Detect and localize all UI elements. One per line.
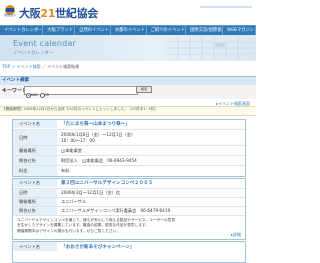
radio-and-label: AND bbox=[30, 92, 38, 97]
search-panel-title: イベント検索 bbox=[2, 78, 29, 83]
result-summary-text: 【開催期間】2006年12月1日から全体 で42件のイベントにヒットしました。（… bbox=[2, 107, 159, 111]
event-contact-label: 問合せ先 bbox=[13, 156, 57, 165]
event-card: イベント名 第２回ユニバーサルデザインコンペ２００５ 日時 2006年3月～12… bbox=[12, 178, 246, 240]
event-fee-value: 有料 bbox=[61, 168, 70, 173]
event-name-label: イベント名 bbox=[13, 242, 57, 251]
logo-text-main: 大阪 bbox=[19, 7, 41, 20]
search-button[interactable]: 検索 bbox=[136, 86, 152, 93]
nav-item-introduction-events[interactable]: ご紹介のイベント bbox=[147, 26, 186, 35]
event-description-line: 開催期間中はデザインの展示も行います。ぜひご覧ください。 bbox=[17, 228, 120, 233]
radio-or-label: OR bbox=[44, 92, 50, 97]
header-deco-line bbox=[200, 6, 252, 8]
event-contact-value: 財団法人 山本能楽会 06-6943-9454 bbox=[61, 157, 137, 163]
event-date-value: 2006年3月～12月1日（金）迄 bbox=[61, 190, 121, 195]
search-panel-header bbox=[0, 76, 256, 85]
nav-item-water-events[interactable]: 水都のイベント bbox=[111, 26, 147, 35]
nav-item-international[interactable]: 国際交流/国際協 bbox=[186, 26, 223, 35]
event-date-row: 日時 2006年1月6日（金）～12月1日（金） 10：00～17：00 bbox=[13, 129, 245, 145]
event-contact-label: 問合せ先 bbox=[13, 207, 57, 215]
event-date-value: 2006年1月6日（金）～12月1日（金） 10：00～17：00 bbox=[61, 130, 135, 145]
event-venue-label: 開催場所 bbox=[13, 198, 57, 206]
event-contact-row: 問合せ先 財団法人 山本能楽会 06-6943-9454 bbox=[13, 155, 245, 165]
breadcrumb-home-link[interactable]: TOP bbox=[2, 64, 10, 69]
logo-text-tail: 世紀協会 bbox=[55, 7, 98, 20]
breadcrumb-separator: ／ bbox=[41, 64, 46, 69]
logo-text-num: 21 bbox=[40, 7, 56, 20]
event-name-row: イベント名 「たにまち祭～山本まつり祭～」 bbox=[13, 120, 245, 128]
event-venue-value: ユニバーサル bbox=[61, 199, 87, 204]
event-date-label: 日時 bbox=[13, 189, 57, 197]
breadcrumb: TOP ＞ イベント検索 ／ イベント検索結果 bbox=[2, 64, 79, 70]
nav-item-osaka-brand[interactable]: 大阪ブランド bbox=[43, 26, 76, 35]
event-date-label: 日時 bbox=[13, 130, 57, 145]
event-name-value[interactable]: 「おおさか新あそびキャンペーン」 bbox=[61, 242, 134, 251]
event-name-value[interactable]: 「たにまち祭～山本まつり祭～」 bbox=[61, 120, 130, 128]
breadcrumb-current: イベント検索結果 bbox=[47, 64, 80, 69]
event-name-label: イベント名 bbox=[13, 179, 57, 187]
site-logo[interactable]: 大阪21世紀協会 bbox=[19, 5, 98, 21]
event-description: ユニバーサルデザインコンペを通じて、誰もが安心して使える製品やサービス、ユーザー… bbox=[17, 218, 175, 234]
calendar-grid-graphic bbox=[166, 36, 254, 60]
event-description-row: ユニバーサルデザインコンペを通じて、誰もが安心して使える製品やサービス、ユーザー… bbox=[13, 215, 245, 239]
event-contact-row: 問合せ先 ユニバーサルデザインコンペ実行委員会 06-6479-6419 bbox=[13, 206, 245, 215]
event-name-row: イベント名 「おおさか新あそびキャンペーン」 bbox=[13, 242, 245, 251]
event-venue-row: 開催場所 ユニバーサル bbox=[13, 197, 245, 206]
event-name-link[interactable]: 「おおさか新あそびキャンペーン」 bbox=[61, 244, 134, 250]
event-name-label: イベント名 bbox=[13, 120, 57, 128]
page-subtitle: イベントカレンダー bbox=[13, 51, 54, 56]
nav-item-event-calendar[interactable]: イベントカレンダー bbox=[0, 26, 44, 35]
event-name-value[interactable]: 第２回ユニバーサルデザインコンペ２００５ bbox=[61, 179, 153, 187]
nav-item-nature-events[interactable]: 自然のイベント bbox=[75, 26, 111, 35]
event-venue-value: 山本能楽堂 bbox=[61, 147, 82, 153]
breadcrumb-separator: ＞ bbox=[11, 64, 16, 69]
event-card: イベント名 「たにまち祭～山本まつり祭～」 日時 2006年1月6日（金）～12… bbox=[12, 119, 246, 177]
event-name-link[interactable]: 第２回ユニバーサルデザインコンペ２００５ bbox=[61, 180, 153, 186]
nav-item-web-magazine[interactable]: WEBマガジン bbox=[223, 26, 256, 35]
global-nav: イベントカレンダー 大阪ブランド 自然のイベント 水都のイベント ご紹介のイベン… bbox=[0, 25, 256, 35]
event-card: イベント名 「おおさか新あそびキャンペーン」 bbox=[12, 241, 246, 263]
event-detail-link[interactable]: ▸詳細 bbox=[231, 232, 241, 238]
event-fee-label: 料金 bbox=[13, 166, 57, 176]
event-venue-row: 開催場所 山本能楽堂 bbox=[13, 145, 245, 155]
event-name-link[interactable]: 「たにまち祭～山本まつり祭～」 bbox=[61, 121, 130, 127]
page-title: Event calendar bbox=[13, 39, 77, 48]
event-name-row: イベント名 第２回ユニバーサルデザインコンペ２００５ bbox=[13, 179, 245, 187]
breadcrumb-search-link[interactable]: イベント検索 bbox=[17, 64, 41, 69]
logo-org-label: 財団法人 bbox=[4, 13, 17, 17]
event-venue-label: 開催場所 bbox=[13, 146, 57, 155]
header-right-area bbox=[192, 0, 256, 24]
event-detail-link-label: 詳細 bbox=[233, 232, 241, 237]
event-fee-row: 料金 有料 bbox=[13, 165, 245, 176]
event-time-line: 10：00～17：00 bbox=[61, 137, 95, 143]
event-date-row: 日時 2006年3月～12月1日（金）迄 bbox=[13, 188, 245, 197]
event-contact-value: ユニバーサルデザインコンペ実行委員会 06-6479-6419 bbox=[61, 208, 171, 213]
